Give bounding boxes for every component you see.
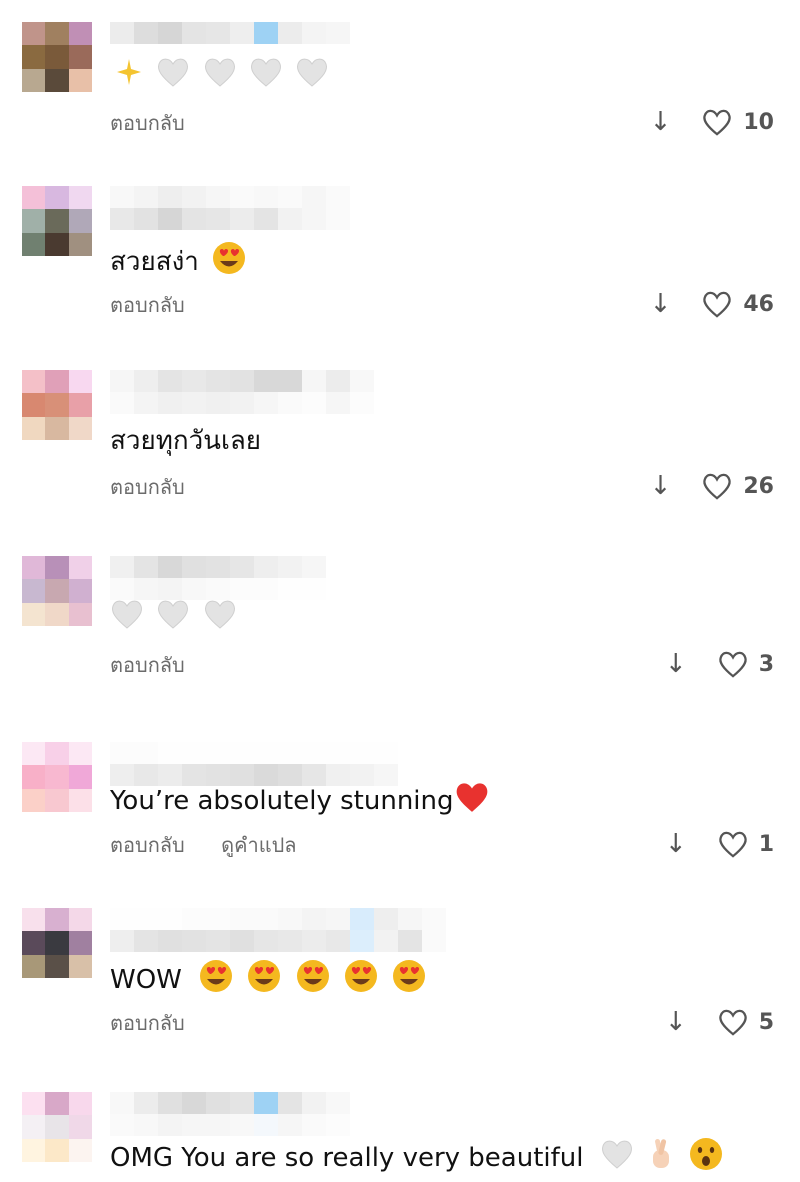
comment-text: สวยทุกวันเลย — [110, 426, 262, 456]
like-count: 46 — [743, 291, 774, 317]
heart-outline-icon — [703, 291, 732, 318]
heart-eyes-icon — [246, 958, 282, 1003]
sparkles-icon — [114, 57, 144, 96]
comment-text: You’re absolutely stunning — [110, 780, 490, 823]
avatar[interactable] — [22, 186, 92, 256]
comment-actions: ↓ 1 — [665, 829, 774, 859]
down-arrow-icon[interactable]: ↓ — [650, 473, 672, 499]
heart-outline-icon — [703, 473, 732, 500]
heart-eyes-icon — [343, 958, 379, 1003]
reply-button[interactable]: ตอบกลับ — [110, 652, 185, 678]
like-button[interactable]: 1 — [717, 829, 774, 859]
reply-button[interactable]: ตอบกลับ — [110, 292, 185, 318]
like-count: 10 — [743, 109, 774, 135]
avatar[interactable] — [22, 908, 92, 978]
username-masked[interactable] — [110, 556, 326, 600]
white-heart-icon — [110, 598, 144, 639]
like-count: 5 — [758, 1009, 774, 1035]
comment-actions: ↓ 3 — [665, 649, 774, 679]
avatar[interactable] — [22, 556, 92, 626]
down-arrow-icon[interactable]: ↓ — [665, 651, 687, 677]
comment-text: WOW — [110, 958, 427, 1003]
heart-outline-icon — [718, 651, 747, 678]
avatar[interactable] — [22, 22, 92, 92]
white-heart-icon — [156, 598, 190, 639]
comment-meta: ตอบกลับ — [110, 474, 185, 500]
like-count: 26 — [743, 473, 774, 499]
avatar[interactable] — [22, 1092, 92, 1162]
like-button[interactable]: 3 — [717, 649, 774, 679]
comment-meta: ตอบกลับ — [110, 292, 185, 318]
reply-button[interactable]: ตอบกลับ — [110, 832, 185, 858]
comment-text: สวยสง่า — [110, 240, 247, 285]
reply-button[interactable]: ตอบกลับ — [110, 474, 185, 500]
white-heart-icon — [249, 56, 283, 97]
heart-eyes-icon — [295, 958, 331, 1003]
heart-eyes-icon — [198, 958, 234, 1003]
comment-meta: ตอบกลับ — [110, 110, 185, 136]
astonished-face-icon — [688, 1136, 724, 1181]
username-masked[interactable] — [110, 370, 374, 414]
down-arrow-icon[interactable]: ↓ — [665, 1009, 687, 1035]
comment-meta: ตอบกลับ — [110, 1010, 185, 1036]
username-masked[interactable] — [110, 1092, 350, 1136]
heart-outline-icon — [718, 831, 747, 858]
like-count: 3 — [758, 651, 774, 677]
down-arrow-icon[interactable]: ↓ — [650, 109, 672, 135]
like-button[interactable]: 26 — [701, 471, 774, 501]
white-heart-icon — [203, 598, 237, 639]
comment-text — [110, 56, 329, 97]
down-arrow-icon[interactable]: ↓ — [650, 291, 672, 317]
reply-button[interactable]: ตอบกลับ — [110, 110, 185, 136]
username-masked[interactable] — [110, 186, 350, 230]
white-heart-icon — [600, 1138, 634, 1179]
red-heart-icon — [454, 780, 490, 823]
comment-text: OMG You are so really very beautiful — [110, 1136, 724, 1181]
avatar[interactable] — [22, 370, 92, 440]
see-translation-button[interactable]: ดูคำแปล — [221, 832, 296, 858]
like-button[interactable]: 46 — [701, 289, 774, 319]
white-heart-icon — [156, 56, 190, 97]
like-button[interactable]: 5 — [717, 1007, 774, 1037]
comment-actions: ↓ 5 — [665, 1007, 774, 1037]
comment-actions: ↓ 26 — [650, 471, 774, 501]
down-arrow-icon[interactable]: ↓ — [665, 831, 687, 857]
comment-meta: ตอบกลับ ดูคำแปล — [110, 832, 297, 858]
heart-eyes-icon — [211, 240, 247, 285]
crossed-fingers-icon — [646, 1136, 676, 1181]
like-count: 1 — [758, 831, 774, 857]
heart-outline-icon — [703, 109, 732, 136]
username-masked[interactable] — [110, 908, 446, 952]
white-heart-icon — [203, 56, 237, 97]
reply-button[interactable]: ตอบกลับ — [110, 1010, 185, 1036]
comment-text — [110, 598, 237, 639]
heart-eyes-icon — [391, 958, 427, 1003]
like-button[interactable]: 10 — [701, 107, 774, 137]
heart-outline-icon — [718, 1009, 747, 1036]
avatar[interactable] — [22, 742, 92, 812]
comment-actions: ↓ 10 — [650, 107, 774, 137]
comment-meta: ตอบกลับ — [110, 652, 185, 678]
white-heart-icon — [295, 56, 329, 97]
comment-actions: ↓ 46 — [650, 289, 774, 319]
